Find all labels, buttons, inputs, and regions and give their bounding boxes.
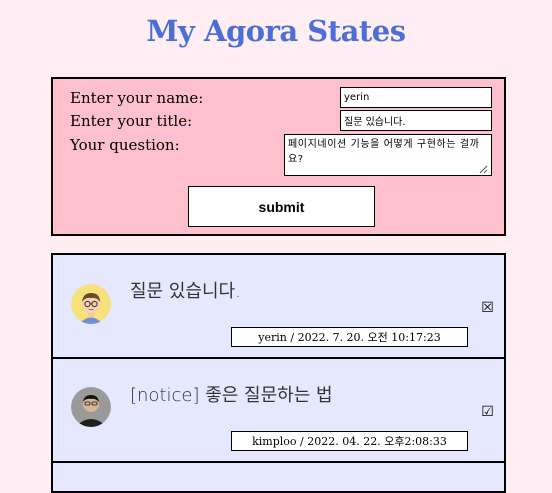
- discussion-item: [notice] 좋은 질문하는 법 ☑ kimploo / 2022. 04.…: [53, 359, 504, 463]
- name-input[interactable]: [340, 87, 492, 108]
- name-label: Enter your name:: [70, 89, 204, 107]
- photo-avatar: [71, 387, 111, 427]
- submit-button[interactable]: submit: [188, 186, 375, 227]
- discussion-meta: kimploo / 2022. 04. 22. 오후2:08:33: [231, 431, 468, 451]
- avatar: [71, 387, 111, 427]
- cartoon-avatar-icon: [71, 284, 111, 324]
- answered-checkbox-icon: ☑: [481, 404, 494, 420]
- discussion-meta: yerin / 2022. 7. 20. 오전 10:17:23: [231, 327, 468, 347]
- discussion-list: 질문 있습니다. ☒ yerin / 2022. 7. 20. 오전 10:17…: [51, 253, 506, 493]
- title-input[interactable]: [340, 110, 492, 131]
- discussion-title[interactable]: 질문 있습니다.: [130, 277, 241, 303]
- avatar: [71, 284, 111, 324]
- discussion-title[interactable]: [notice] 좋은 질문하는 법: [130, 381, 333, 407]
- discussion-item: 질문 있습니다. ☒ yerin / 2022. 7. 20. 오전 10:17…: [53, 255, 504, 359]
- unanswered-checkbox-icon: ☒: [481, 300, 494, 316]
- page-title: My Agora States: [146, 14, 406, 48]
- question-textarea[interactable]: 페이지네이션 기능을 어떻게 구현하는 걸까요?: [284, 134, 492, 176]
- title-label: Enter your title:: [70, 112, 193, 130]
- question-label: Your question:: [70, 136, 180, 154]
- resize-grip-icon[interactable]: [479, 165, 488, 174]
- question-form: Enter your name: Enter your title: Your …: [51, 77, 506, 236]
